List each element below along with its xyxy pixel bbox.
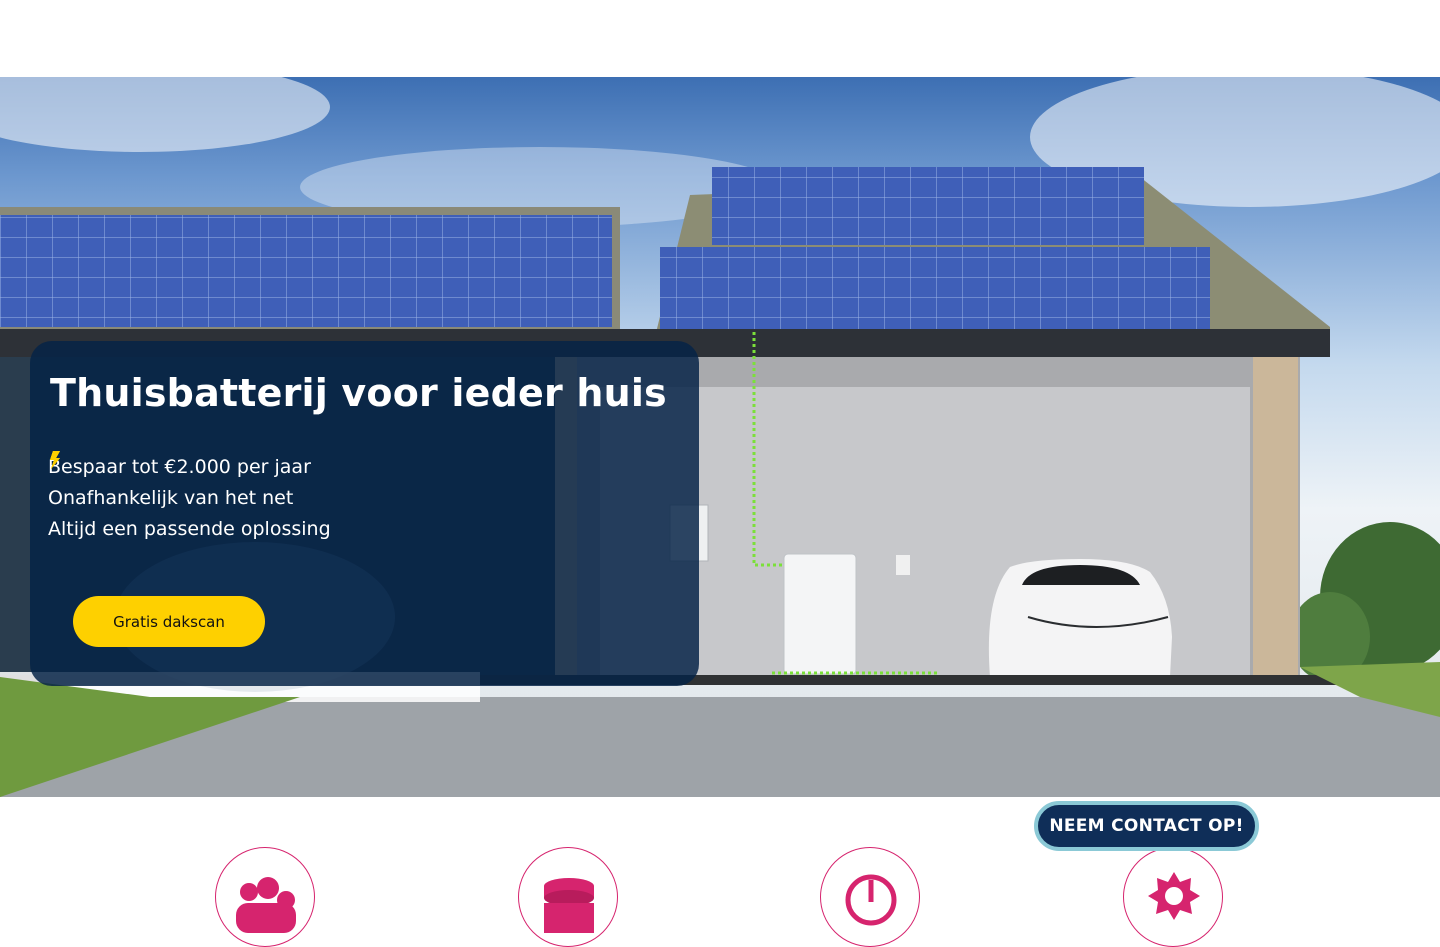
hero-info-card: Thuisbatterij voor ieder huis Bespaar to…: [30, 341, 699, 686]
people-gear-icon: [236, 877, 296, 933]
benefit-text: Altijd een passende oplossing: [48, 517, 331, 540]
feature-power-circle: [820, 847, 920, 947]
hero-section: Thuisbatterij voor ieder huis Bespaar to…: [0, 77, 1440, 797]
power-gauge-icon: [845, 874, 897, 926]
top-header-bar: [0, 0, 1440, 77]
coins-stack-icon: [544, 878, 594, 933]
benefit-text: Bespaar tot €2.000 per jaar: [48, 455, 311, 478]
benefit-item: Onafhankelijk van het net: [48, 451, 331, 513]
sun-gear-icon: [1148, 872, 1200, 920]
benefit-item: Bespaar tot €2.000 per jaar: [48, 451, 331, 482]
benefit-text: Onafhankelijk van het net: [48, 486, 294, 509]
lightning-bolt-icon: [50, 451, 60, 469]
free-roof-scan-button[interactable]: Gratis dakscan: [73, 596, 265, 647]
hero-benefits-list: Bespaar tot €2.000 per jaar Onafhankelij…: [48, 451, 331, 544]
feature-savings-circle: [518, 847, 618, 947]
contact-us-button[interactable]: NEEM CONTACT OP!: [1034, 801, 1259, 851]
hero-title: Thuisbatterij voor ieder huis: [50, 371, 667, 415]
benefit-item: Altijd een passende oplossing: [48, 451, 331, 544]
feature-sun-circle: [1123, 847, 1223, 947]
feature-people-circle: [215, 847, 315, 947]
